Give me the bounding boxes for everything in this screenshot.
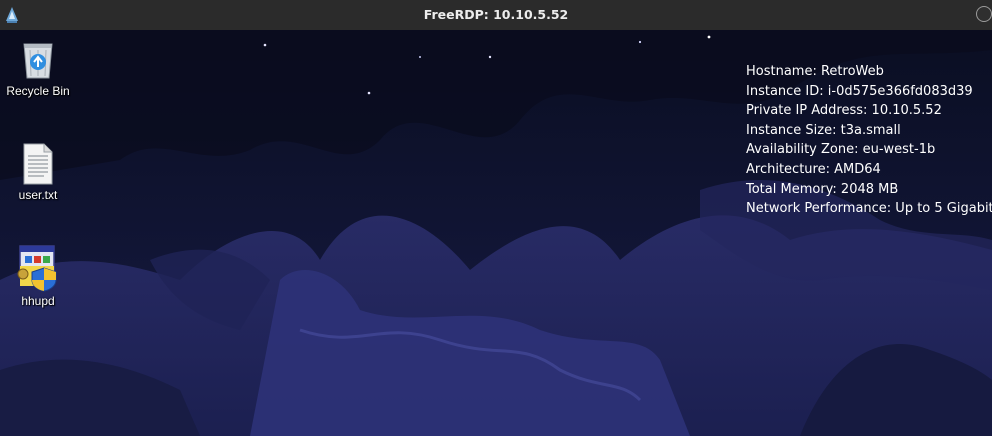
window-titlebar[interactable]: FreeRDP: 10.10.5.52 [0,0,992,31]
desktop-icon-label: Recycle Bin [6,84,70,98]
desktop-icon-recycle-bin[interactable]: Recycle Bin [0,38,76,98]
instance-id-line: Instance ID: i-0d575e366fd083d39 [746,83,973,99]
window-control-button[interactable] [976,6,992,22]
instance-size-line: Instance Size: t3a.small [746,122,901,138]
system-info-overlay: Hostname: RetroWeb Instance ID: i-0d575e… [746,62,992,219]
architecture-line: Architecture: AMD64 [746,161,881,177]
recycle-bin-icon [23,43,53,79]
window-title: FreeRDP: 10.10.5.52 [423,7,569,22]
text-file-icon [23,143,53,185]
desktop-icon-label: hhupd [21,294,55,308]
remote-desktop[interactable]: Recycle Bin user.txt hhupd Hostname: Ret… [0,30,992,436]
total-memory-line: Total Memory: 2048 MB [746,181,899,197]
hostname-line: Hostname: RetroWeb [746,64,884,79]
network-performance-line: Network Performance: Up to 5 Gigabit [746,201,992,217]
desktop-icon-label: user.txt [18,188,58,202]
desktop-icon-user-txt[interactable]: user.txt [0,142,76,202]
private-ip-line: Private IP Address: 10.10.5.52 [746,103,942,119]
installer-shield-icon [17,245,57,292]
desktop-icon-hhupd[interactable]: hhupd [0,244,76,308]
availability-zone-line: Availability Zone: eu-west-1b [746,142,936,158]
